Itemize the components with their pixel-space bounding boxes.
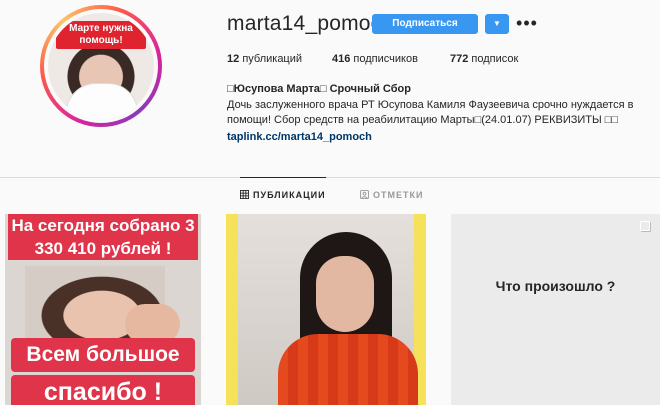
followers-label: подписчиков [353, 53, 418, 65]
avatar-border: Марте нужна помощь! [44, 9, 158, 123]
chevron-down-icon: ▼ [493, 19, 501, 28]
tab-posts[interactable]: ПУБЛИКАЦИИ [240, 177, 326, 212]
post-thumbnail[interactable] [226, 214, 426, 405]
follow-button[interactable]: Подписаться [372, 14, 478, 34]
post-caption-bottom: спасибо ! [11, 375, 195, 405]
following-count: 772 [450, 53, 469, 65]
tagged-icon [360, 190, 369, 199]
avatar-shirt [66, 83, 138, 119]
post-caption-top: На сегодня собрано 3 330 410 рублей ! [8, 214, 198, 260]
posts-stat: 12 публикаций [227, 53, 302, 65]
post-photo-face [316, 256, 374, 332]
bio-text: Дочь заслуженного врача РТ Юсупова Камил… [227, 99, 634, 126]
posts-count: 12 [227, 53, 240, 65]
post-caption-middle: Всем большое [11, 338, 195, 372]
story-ring[interactable]: Марте нужна помощь! [40, 5, 162, 127]
post-thumbnail[interactable]: На сегодня собрано 3 330 410 рублей ! Вс… [5, 214, 201, 405]
tab-posts-label: ПУБЛИКАЦИИ [253, 190, 326, 200]
post-photo-sweater [278, 334, 418, 405]
bio-full-name: □Юсупова Марта□ Срочный Сбор [227, 83, 411, 95]
followers-stat[interactable]: 416 подписчиков [332, 53, 418, 65]
multiple-posts-icon [640, 221, 650, 231]
post-photo [238, 214, 418, 405]
tab-tagged[interactable]: ОТМЕТКИ [360, 178, 423, 212]
username: marta14_pomoch [227, 12, 394, 35]
following-label: подписок [471, 53, 519, 65]
posts-label: публикаций [242, 53, 303, 65]
tab-tagged-label: ОТМЕТКИ [373, 190, 424, 200]
avatar-sticker: Марте нужна помощь! [56, 21, 146, 49]
bio-link[interactable]: taplink.cc/marta14_pomoch [227, 131, 372, 143]
suggestions-dropdown-button[interactable]: ▼ [485, 14, 509, 34]
following-stat[interactable]: 772 подписок [450, 53, 518, 65]
followers-count: 416 [332, 53, 351, 65]
post-thumbnail[interactable]: Что произошло ? [451, 214, 660, 405]
more-options-button[interactable]: ••• [516, 13, 538, 33]
avatar[interactable]: Марте нужна помощь! [48, 13, 154, 119]
more-horizontal-icon: ••• [516, 13, 538, 33]
post-caption: Что произошло ? [495, 278, 616, 294]
tabs-divider [0, 177, 660, 178]
grid-icon [240, 190, 249, 199]
profile-header: Марте нужна помощь! marta14_pomoch Подпи… [0, 0, 660, 178]
